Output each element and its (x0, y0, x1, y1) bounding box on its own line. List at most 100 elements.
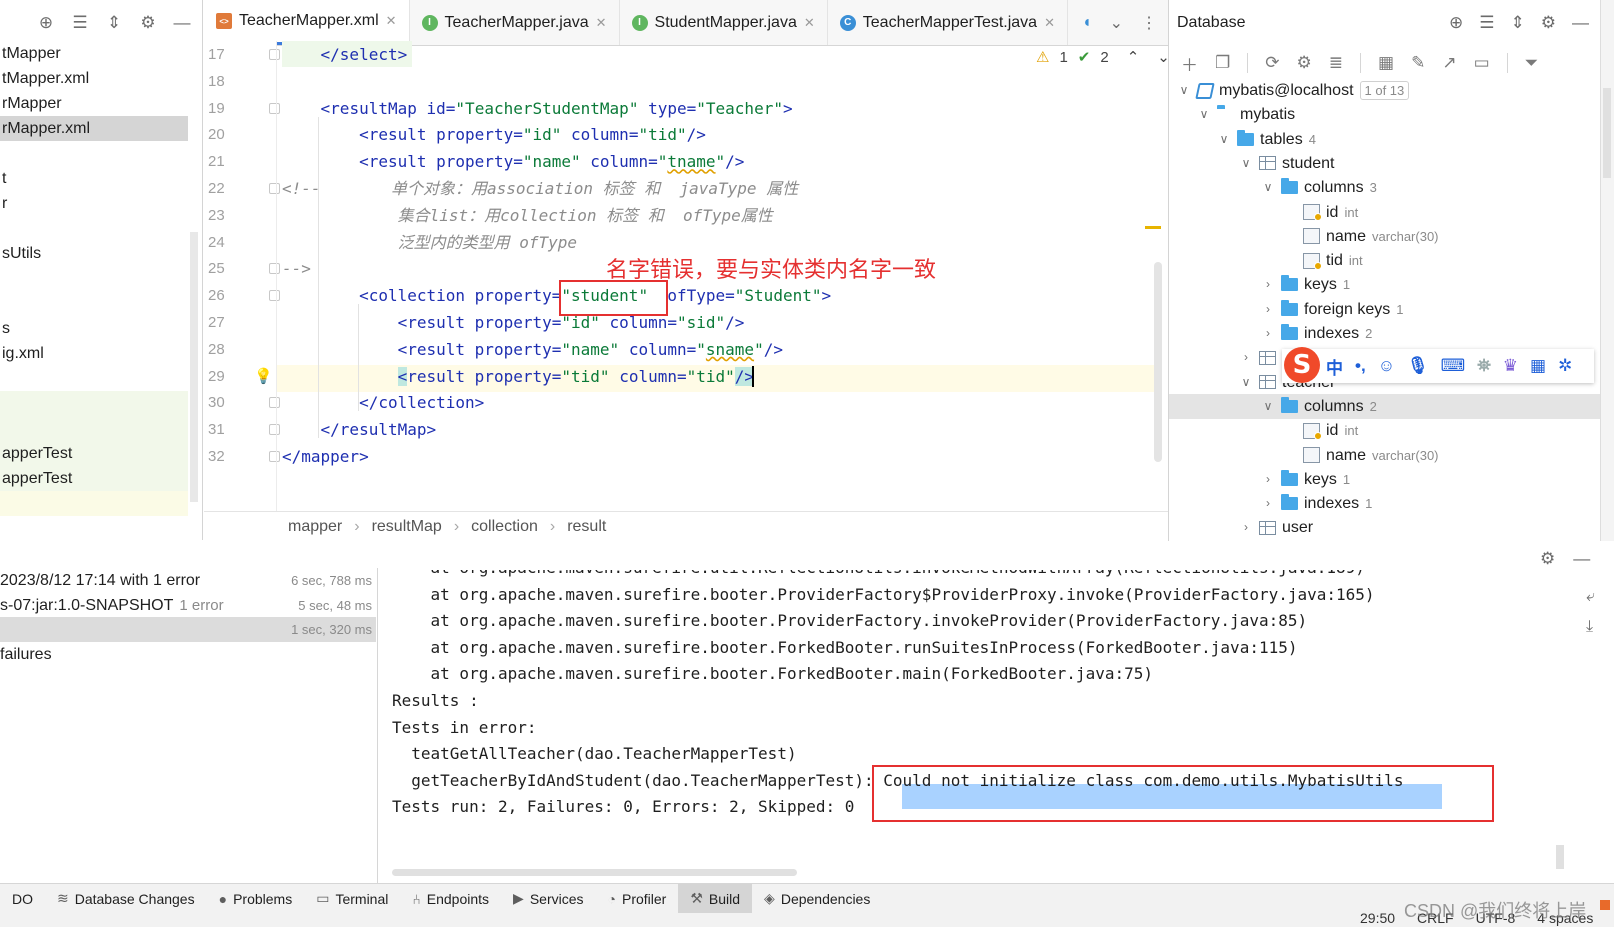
project-tree-item[interactable]: rMapper.xml (0, 116, 188, 141)
chevron-down-icon[interactable]: ∨ (1177, 78, 1191, 103)
breadcrumb-item[interactable]: collection (471, 518, 538, 536)
db-tree-node[interactable]: › (1239, 345, 1282, 370)
project-tree-item[interactable] (0, 266, 188, 291)
chevron-down-icon[interactable]: ∨ (1197, 102, 1211, 127)
gear-icon[interactable]: ⚙ (138, 13, 158, 33)
chevron-right-icon[interactable]: › (1261, 272, 1275, 297)
project-tree-item[interactable] (0, 416, 188, 441)
more-options-icon[interactable]: ⋮ (1141, 13, 1157, 33)
tool-window-button[interactable]: ● Problems (207, 884, 305, 914)
fold-marker-icon[interactable] (269, 263, 280, 275)
project-tree-item[interactable]: tMapper (0, 41, 188, 66)
settings-icon[interactable]: ✲ (1558, 356, 1572, 376)
datasource-icon[interactable]: ≣ (1329, 53, 1343, 73)
project-tree-item[interactable] (0, 216, 188, 241)
db-tree-node[interactable]: ∨ columns 2 (1169, 393, 1601, 419)
locate-icon[interactable]: ⊕ (1449, 13, 1463, 33)
db-tree-node[interactable]: ∨ tables 4 (1217, 127, 1316, 152)
refresh-icon[interactable]: ⟳ (1265, 53, 1279, 73)
lightbulb-icon[interactable]: 💡 (254, 367, 273, 385)
chevron-right-icon[interactable]: › (1239, 515, 1253, 540)
breadcrumb-item[interactable]: mapper (288, 518, 342, 536)
build-tree-item[interactable]: 1 sec, 320 ms (0, 617, 376, 643)
filter-icon[interactable]: ⏷ (1525, 53, 1539, 73)
editor-tab[interactable]: I StudentMapper.java ✕ (620, 0, 828, 45)
add-icon[interactable]: ＋ (1181, 51, 1198, 76)
microphone-icon[interactable]: 🎙 (1407, 356, 1429, 376)
database-scrollbar[interactable] (1603, 88, 1611, 178)
fold-marker-icon[interactable] (269, 397, 280, 409)
editor-scrollbar[interactable] (1154, 262, 1162, 462)
expand-all-icon[interactable]: ☰ (70, 13, 90, 33)
tool-window-button[interactable]: ▭ Terminal (304, 884, 400, 914)
expand-all-icon[interactable]: ☰ (1479, 13, 1494, 33)
user-icon[interactable]: ⛯ (1477, 356, 1491, 376)
fold-marker-icon[interactable] (269, 290, 280, 302)
error-stripe-mark[interactable] (1145, 226, 1161, 229)
inspection-widget[interactable]: ⚠ 1 ✔ 2 ⌃ ⌄ (1036, 48, 1170, 67)
collapse-all-icon[interactable]: ⇕ (104, 13, 124, 33)
project-tree-item[interactable]: rMapper (0, 91, 188, 116)
fold-marker-icon[interactable] (269, 183, 280, 194)
chevron-down-icon[interactable]: ∨ (1261, 394, 1275, 419)
project-tree-item[interactable]: t (0, 166, 188, 191)
db-tree-node[interactable]: › indexes 2 (1261, 321, 1372, 346)
punctuation-icon[interactable]: •, (1355, 356, 1366, 376)
console-vscrollbar[interactable] (1556, 845, 1564, 869)
close-icon[interactable]: ✕ (596, 15, 607, 31)
tool-window-button[interactable]: ⑃ Endpoints (400, 884, 501, 914)
project-scrollbar[interactable] (190, 232, 198, 502)
project-tree-item[interactable]: s (0, 316, 188, 341)
edit-icon[interactable]: ✎ (1411, 53, 1425, 73)
minimize-icon[interactable]: — (172, 13, 192, 33)
chevron-down-icon[interactable]: ⌄ (1110, 13, 1123, 33)
table-view-icon[interactable]: ▦ (1378, 53, 1394, 73)
console-icon[interactable]: ▭ (1474, 53, 1490, 73)
project-tree-item[interactable] (0, 141, 188, 166)
db-tree-node[interactable]: › keys 1 (1261, 467, 1350, 492)
db-tree-node[interactable]: ∨ student (1239, 151, 1335, 176)
project-tree-item[interactable]: apperTest (0, 466, 188, 491)
chevron-down-icon[interactable]: ∨ (1239, 151, 1253, 176)
tool-window-button[interactable]: ▶ Services (501, 884, 595, 914)
project-tree-item[interactable] (0, 391, 188, 416)
fold-marker-icon[interactable] (269, 49, 280, 60)
tool-window-button[interactable]: DO (0, 884, 45, 914)
build-tree-item[interactable]: s-07:jar:1.0-SNAPSHOT 1 error 5 sec, 48 ms (0, 593, 376, 618)
ime-toolbar[interactable]: S 中 •, ☺ 🎙 ⌨ ⛯ ♛ ▦ ✲ (1282, 347, 1594, 383)
schema-icon[interactable]: ⚙ (1297, 53, 1312, 73)
chevron-right-icon[interactable]: › (1261, 491, 1275, 516)
chevron-right-icon[interactable]: › (1261, 297, 1275, 322)
fold-marker-icon[interactable] (269, 102, 280, 114)
tool-window-button[interactable]: ≋ Database Changes (45, 884, 207, 914)
project-tree-item[interactable]: tMapper.xml (0, 66, 188, 91)
chevron-down-icon[interactable]: ∨ (1217, 127, 1231, 152)
soft-wrap-icon[interactable]: ⤶ (1586, 588, 1595, 606)
ime-language-toggle[interactable]: 中 (1326, 354, 1343, 379)
grid-icon[interactable]: ▦ (1530, 356, 1546, 376)
caret-position[interactable]: 29:50 (1360, 910, 1395, 926)
db-tree-node[interactable]: id int (1283, 200, 1358, 225)
db-tree-node[interactable]: ∨ columns 3 (1261, 175, 1377, 200)
db-tree-node[interactable]: › user (1239, 515, 1313, 540)
sogou-logo[interactable]: S (1284, 347, 1320, 383)
fold-marker-icon[interactable] (269, 424, 280, 436)
collapse-all-icon[interactable]: ⇕ (1511, 13, 1525, 33)
console-hscrollbar[interactable] (392, 869, 797, 876)
db-tree-node[interactable]: › foreign keys 1 (1261, 297, 1404, 322)
editor-tab[interactable]: I TeacherMapper.java ✕ (410, 0, 620, 45)
minimize-icon[interactable]: — (1572, 13, 1589, 33)
project-tree-item[interactable] (0, 491, 188, 516)
project-tree-item[interactable]: ig.xml (0, 341, 188, 366)
tool-window-button[interactable]: ◈ Dependencies (752, 884, 882, 914)
project-tree-item[interactable] (0, 366, 188, 391)
tool-window-button[interactable]: ◔ Profiler (596, 884, 679, 914)
more-tabs-icon[interactable]: ◖ (1082, 14, 1092, 32)
project-tree-item[interactable]: apperTest (0, 441, 188, 466)
fold-marker-icon[interactable] (269, 451, 280, 462)
chevron-down-icon[interactable]: ∨ (1261, 175, 1275, 200)
chevron-right-icon[interactable]: › (1261, 321, 1275, 346)
db-tree-node[interactable]: ∨ mybatis@localhost 1 of 13 (1177, 78, 1410, 103)
gear-icon[interactable]: ⚙ (1541, 13, 1556, 33)
emoji-icon[interactable]: ☺ (1378, 356, 1395, 376)
